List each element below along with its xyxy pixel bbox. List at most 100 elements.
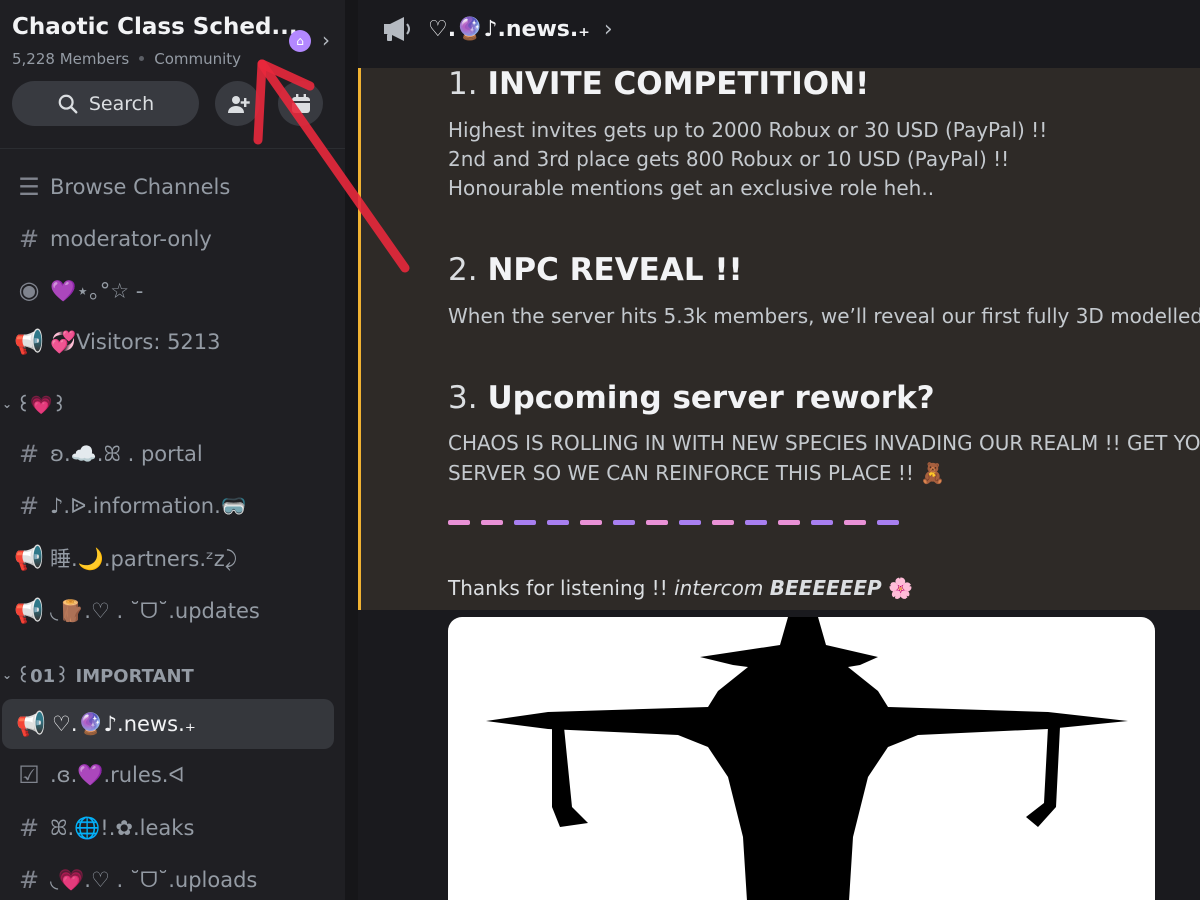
message-line: 2nd and 3rd place gets 800 Robux or 10 U… <box>448 147 1010 171</box>
stage-icon: ◉ <box>18 276 40 304</box>
sidebar-item-label: Browse Channels <box>50 175 231 199</box>
category-label: ꒰01꒱ IMPORTANT <box>16 665 194 687</box>
section-title: NPC REVEAL !! <box>487 252 743 288</box>
section-number: 2. <box>448 252 478 288</box>
message-line: Honourable mentions get an exclusive rol… <box>448 176 935 200</box>
app-window: Chaotic Class Sched... ⌂ › 5,228 Members… <box>0 0 1200 900</box>
hashtag-lock-icon: # <box>18 225 40 253</box>
search-label: Search <box>88 92 155 115</box>
divider-dash <box>613 520 635 525</box>
sidebar-item-label: ʚ.☁️.ꕤ . portal <box>50 441 203 466</box>
add-user-icon <box>227 95 250 113</box>
message-line: Highest invites gets up to 2000 Robux or… <box>448 118 1048 142</box>
invite-people-button[interactable] <box>215 81 260 126</box>
sidebar-item-label: moderator-only <box>50 227 212 251</box>
chevron-right-icon[interactable]: › <box>604 17 613 42</box>
checklist-icon: ☑ <box>18 761 40 789</box>
channel-title[interactable]: ♡.🔮♪.news.₊ <box>428 17 590 42</box>
server-type: Community <box>154 50 242 68</box>
sidebar-item-partners[interactable]: 📢 睡.🌙.partners.ᶻz⤸ <box>0 533 335 583</box>
divider-dash <box>745 520 767 525</box>
hashtag-icon: # <box>18 814 40 842</box>
sidebar-item-label: ◟💗.♡ . ˘ᗜ˘.uploads <box>50 867 258 892</box>
announcement-message: 1. INVITE COMPETITION! Highest invites g… <box>358 66 1200 610</box>
sidebar-item-label: ♡.🔮♪.news.₊ <box>52 711 196 736</box>
sidebar-item-visitors[interactable]: 📢 💞Visitors: 5213 <box>0 317 335 367</box>
sidebar-item-label: 💜⋆｡°☆ - <box>50 279 144 303</box>
message-line: When the server hits 5.3k members, we’ll… <box>448 304 1200 328</box>
section-heading: 3. Upcoming server rework? <box>448 380 935 416</box>
silhouette-image <box>486 617 1128 900</box>
thanks-italic: intercom <box>674 576 764 600</box>
search-button[interactable]: Search <box>12 81 199 126</box>
sidebar-item-label: .ɞ.💜.rules.ᐊ <box>50 762 185 787</box>
server-name[interactable]: Chaotic Class Sched... <box>12 14 298 40</box>
announcement-lock-icon: 📢 <box>14 328 44 356</box>
sidebar-item-label: ꕤ.🌐!.✿.leaks <box>50 815 195 840</box>
calendar-icon <box>291 93 310 113</box>
divider-dash <box>580 520 602 525</box>
separator-dot <box>139 56 145 61</box>
sidebar-item-label: ◟🪵.♡ . ˘ᗜ˘.updates <box>50 598 260 623</box>
attached-image[interactable] <box>448 617 1155 900</box>
chevron-right-icon[interactable]: › <box>322 28 330 52</box>
section-heading: 2. NPC REVEAL !! <box>448 252 743 288</box>
divider-dash <box>547 520 569 525</box>
divider-dash <box>514 520 536 525</box>
sidebar-divider <box>345 0 358 900</box>
sidebar-item-uploads[interactable]: # ◟💗.♡ . ˘ᗜ˘.uploads <box>0 855 335 900</box>
sidebar-item-label: 💞Visitors: 5213 <box>50 329 221 354</box>
section-title: Upcoming server rework? <box>487 380 935 416</box>
divider-dash <box>844 520 866 525</box>
thanks-text: Thanks for listening !! <box>448 576 675 600</box>
channel-header: ♡.🔮♪.news.₊ › <box>358 0 1200 58</box>
section-number: 3. <box>448 380 478 416</box>
chevron-down-icon: ⌄ <box>2 668 13 682</box>
divider-dash <box>481 520 503 525</box>
megaphone-icon: 📢 <box>14 597 44 625</box>
divider-dash <box>712 520 734 525</box>
hashtag-icon: # <box>18 492 40 520</box>
message-line: CHAOS IS ROLLING IN WITH NEW SPECIES INV… <box>448 431 1200 455</box>
megaphone-icon <box>384 17 410 41</box>
sidebar-item-stage[interactable]: ◉ 💜⋆｡°☆ - <box>0 265 335 315</box>
sidebar-item-news[interactable]: 📢 ♡.🔮♪.news.₊ <box>2 699 334 749</box>
channel-sidebar: Chaotic Class Sched... ⌂ › 5,228 Members… <box>0 0 345 900</box>
hashtag-icon: # <box>18 440 40 468</box>
category-header-heart[interactable]: ⌄ ꒰💗꒱ <box>0 389 340 419</box>
main-content: ♡.🔮♪.news.₊ › 1. INVITE COMPETITION! Hig… <box>358 0 1200 900</box>
megaphone-icon: 📢 <box>16 710 46 738</box>
sidebar-item-leaks[interactable]: # ꕤ.🌐!.✿.leaks <box>0 803 335 853</box>
section-title: INVITE COMPETITION! <box>487 66 870 102</box>
sidebar-item-updates[interactable]: 📢 ◟🪵.♡ . ˘ᗜ˘.updates <box>0 586 335 636</box>
message-line: SERVER SO WE CAN REINFORCE THIS PLACE !!… <box>448 461 946 485</box>
sidebar-item-label: ♪.ᐉ.information.🥽 <box>50 493 247 518</box>
closing-line: Thanks for listening !! intercom BEEEEEE… <box>448 576 913 600</box>
divider-dash <box>877 520 899 525</box>
sidebar-item-moderator-only[interactable]: # moderator-only <box>0 214 335 264</box>
divider-dash <box>679 520 701 525</box>
divider-dash <box>448 520 470 525</box>
chevron-down-icon: ⌄ <box>2 397 13 411</box>
hashtag-icon: # <box>18 866 40 894</box>
sidebar-item-information[interactable]: # ♪.ᐉ.information.🥽 <box>0 481 335 531</box>
category-label: ꒰💗꒱ <box>16 394 67 416</box>
decorative-divider <box>448 520 899 525</box>
category-header-important[interactable]: ⌄ ꒰01꒱ IMPORTANT <box>0 660 340 690</box>
flower-emoji: 🌸 <box>888 576 913 600</box>
section-heading: 1. INVITE COMPETITION! <box>448 66 869 102</box>
divider-dash <box>778 520 800 525</box>
divider-dash <box>646 520 668 525</box>
megaphone-icon: 📢 <box>14 544 44 572</box>
member-count: 5,228 Members <box>12 50 130 68</box>
events-button[interactable] <box>278 81 323 126</box>
sidebar-item-browse-channels[interactable]: ☰ Browse Channels <box>0 162 335 212</box>
list-search-icon: ☰ <box>18 173 40 201</box>
sidebar-item-portal[interactable]: # ʚ.☁️.ꕤ . portal <box>0 429 335 479</box>
thanks-bold: BEEEEEEP <box>769 576 882 600</box>
sidebar-item-label: 睡.🌙.partners.ᶻz⤸ <box>50 547 238 571</box>
sidebar-item-rules[interactable]: ☑ .ɞ.💜.rules.ᐊ <box>0 750 335 800</box>
boost-badge-icon: ⌂ <box>289 30 311 52</box>
search-icon <box>58 94 78 113</box>
divider <box>0 148 345 149</box>
